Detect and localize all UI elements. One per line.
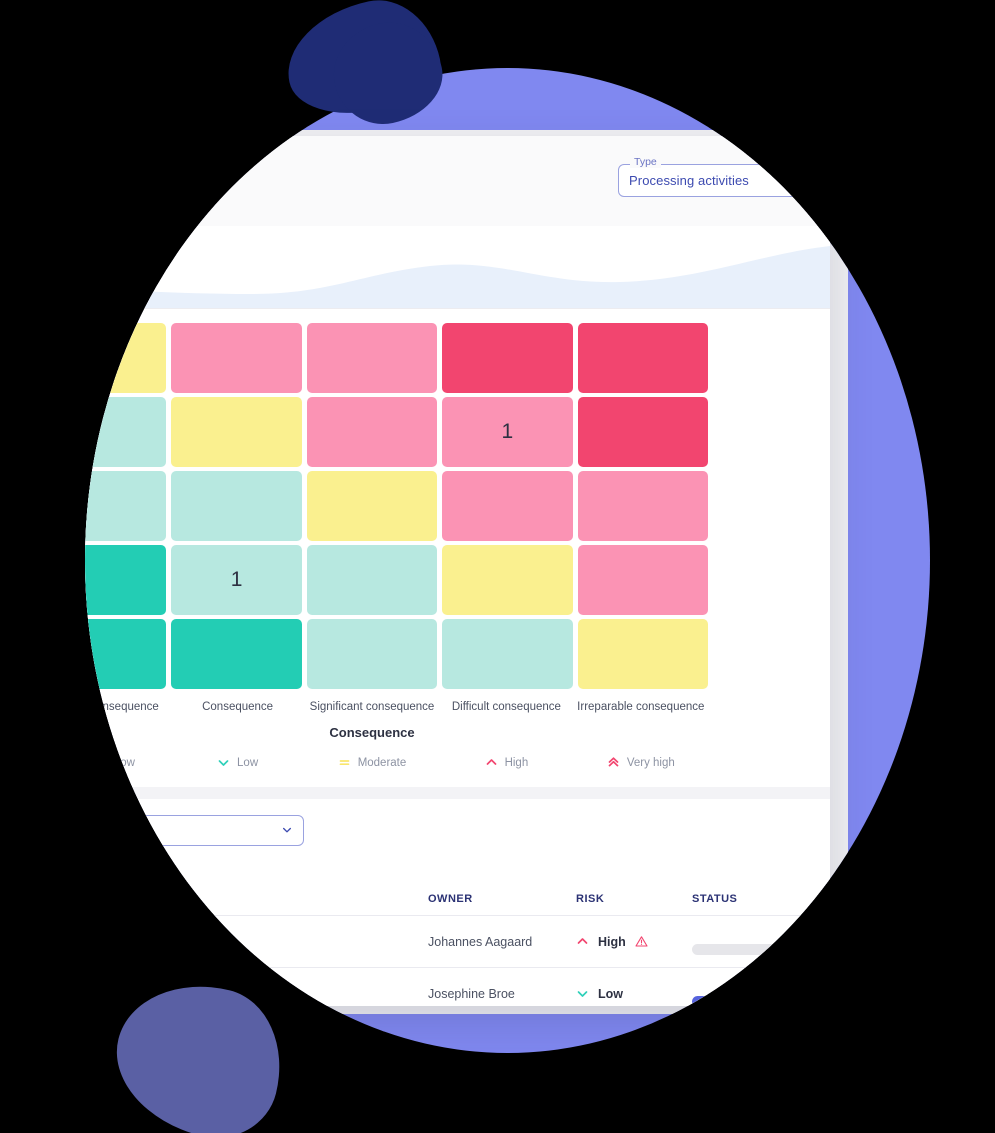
matrix-cell[interactable] — [306, 619, 438, 689]
cell-risk: High — [576, 915, 692, 968]
chevron-up-icon — [576, 935, 589, 948]
matrix-cell[interactable] — [442, 545, 573, 615]
matrix-cell[interactable] — [577, 323, 708, 393]
risk-badge: High — [576, 935, 692, 949]
x-axis-label: Consequence — [202, 701, 274, 713]
screenshot-stage: Type Processing activities Very high — [0, 0, 995, 1133]
panel-divider — [85, 787, 830, 799]
matrix-cell[interactable] — [442, 323, 573, 393]
table-row[interactable]: Johannes Aagaard High 0 % — [85, 915, 830, 968]
toolbar: Type Processing activities — [85, 136, 830, 226]
matrix-cell[interactable] — [171, 323, 302, 393]
progress-bar — [692, 996, 830, 1006]
risk-label: Low — [598, 986, 623, 1001]
type-select-label: Type — [630, 157, 661, 168]
cell-risk: Low — [576, 967, 692, 1006]
matrix-cell[interactable] — [306, 397, 438, 467]
status-percent-label: 0 % — [811, 928, 830, 940]
chevron-down-icon — [788, 176, 798, 186]
x-axis-label: Irreparable consequence — [577, 701, 705, 713]
matrix-cell[interactable] — [577, 397, 708, 467]
x-axis-label: No/Few consequence — [85, 701, 159, 713]
legend-item: Very high — [574, 756, 708, 769]
legend-item-label: Very low — [91, 756, 135, 769]
matrix-cell[interactable] — [171, 397, 302, 467]
risk-list-panel: Risk ions — [85, 799, 830, 1006]
matrix-cell[interactable] — [577, 619, 708, 689]
risk-label: High — [598, 934, 626, 949]
risk-badge: Low — [576, 987, 692, 1001]
matrix-cell[interactable] — [171, 471, 302, 541]
column-header-status: STATUS — [692, 893, 738, 905]
matrix-grid: 11 — [85, 323, 708, 689]
matrix-legend: Very low Low Moderate High Very high — [85, 756, 708, 787]
column-header-risk: RISK — [576, 893, 605, 905]
matrix-cell[interactable] — [306, 471, 438, 541]
matrix-cell[interactable]: 1 — [442, 397, 573, 467]
cell-name — [85, 967, 428, 1006]
legend-item-label: Very high — [626, 756, 675, 769]
matrix-cell[interactable] — [85, 619, 167, 689]
risk-matrix: Very high High Moderate Low Very low 11 … — [85, 309, 830, 787]
column-header-owner: OWNER — [428, 893, 473, 905]
matrix-cell[interactable] — [442, 471, 573, 541]
legend-item-label: High — [504, 756, 529, 769]
matrix-cell[interactable] — [577, 471, 708, 541]
legend-item: Moderate — [305, 756, 439, 769]
matrix-x-axis: No/Few consequence Consequence Significa… — [85, 701, 708, 713]
legend-item: High — [439, 756, 573, 769]
matrix-cell[interactable] — [306, 323, 438, 393]
progress-bar-fill — [692, 996, 727, 1006]
x-axis-label: Difficult consequence — [451, 701, 561, 713]
filter-row: Risk — [85, 813, 830, 847]
chevron-up-icon — [485, 756, 498, 769]
cell-status: 25 % — [692, 967, 830, 1006]
column-header-name — [85, 887, 428, 916]
cell-owner: Josephine Broe — [428, 967, 576, 1006]
warning-triangle-icon — [635, 935, 648, 948]
chevron-down-icon — [576, 987, 589, 1000]
legend-item: Very low — [85, 756, 170, 769]
matrix-cell[interactable] — [85, 545, 167, 615]
matrix-cell[interactable] — [85, 471, 167, 541]
app-window: Type Processing activities Very high — [85, 136, 830, 1006]
type-select[interactable]: Type Processing activities — [618, 157, 810, 197]
app-window-clip: Type Processing activities Very high — [85, 68, 930, 1053]
legend-item: Low — [170, 756, 304, 769]
cell-status: 0 % — [692, 915, 830, 968]
wave-banner — [85, 226, 830, 309]
cell-name — [85, 915, 428, 968]
matrix-cell[interactable] — [306, 545, 438, 615]
double-chevron-up-icon — [607, 756, 620, 769]
matrix-cell[interactable] — [85, 397, 167, 467]
matrix-cell[interactable] — [85, 323, 167, 393]
x-axis-title: Consequence — [329, 725, 415, 740]
matrix-cell[interactable] — [171, 619, 302, 689]
cell-owner: Johannes Aagaard — [428, 915, 576, 968]
legend-item-label: Moderate — [357, 756, 407, 769]
matrix-cell[interactable] — [442, 619, 573, 689]
table-header-row: OWNER RISK STATUS — [85, 887, 830, 916]
matrix-cell[interactable]: 1 — [171, 545, 302, 615]
risk-select[interactable]: Risk — [85, 814, 304, 846]
chip-row: ions — [85, 847, 830, 887]
x-axis-label: Significant consequence — [309, 701, 435, 713]
progress-bar — [692, 944, 830, 955]
type-select-value: Processing activities — [629, 173, 749, 188]
chevron-down-icon — [217, 756, 230, 769]
chevron-down-icon — [282, 825, 292, 835]
status-percent-label: 25 % — [806, 980, 830, 992]
matrix-cell[interactable] — [577, 545, 708, 615]
equals-icon — [338, 756, 351, 769]
risk-select-value: Risk — [85, 822, 101, 838]
legend-item-label: Low — [237, 756, 259, 769]
